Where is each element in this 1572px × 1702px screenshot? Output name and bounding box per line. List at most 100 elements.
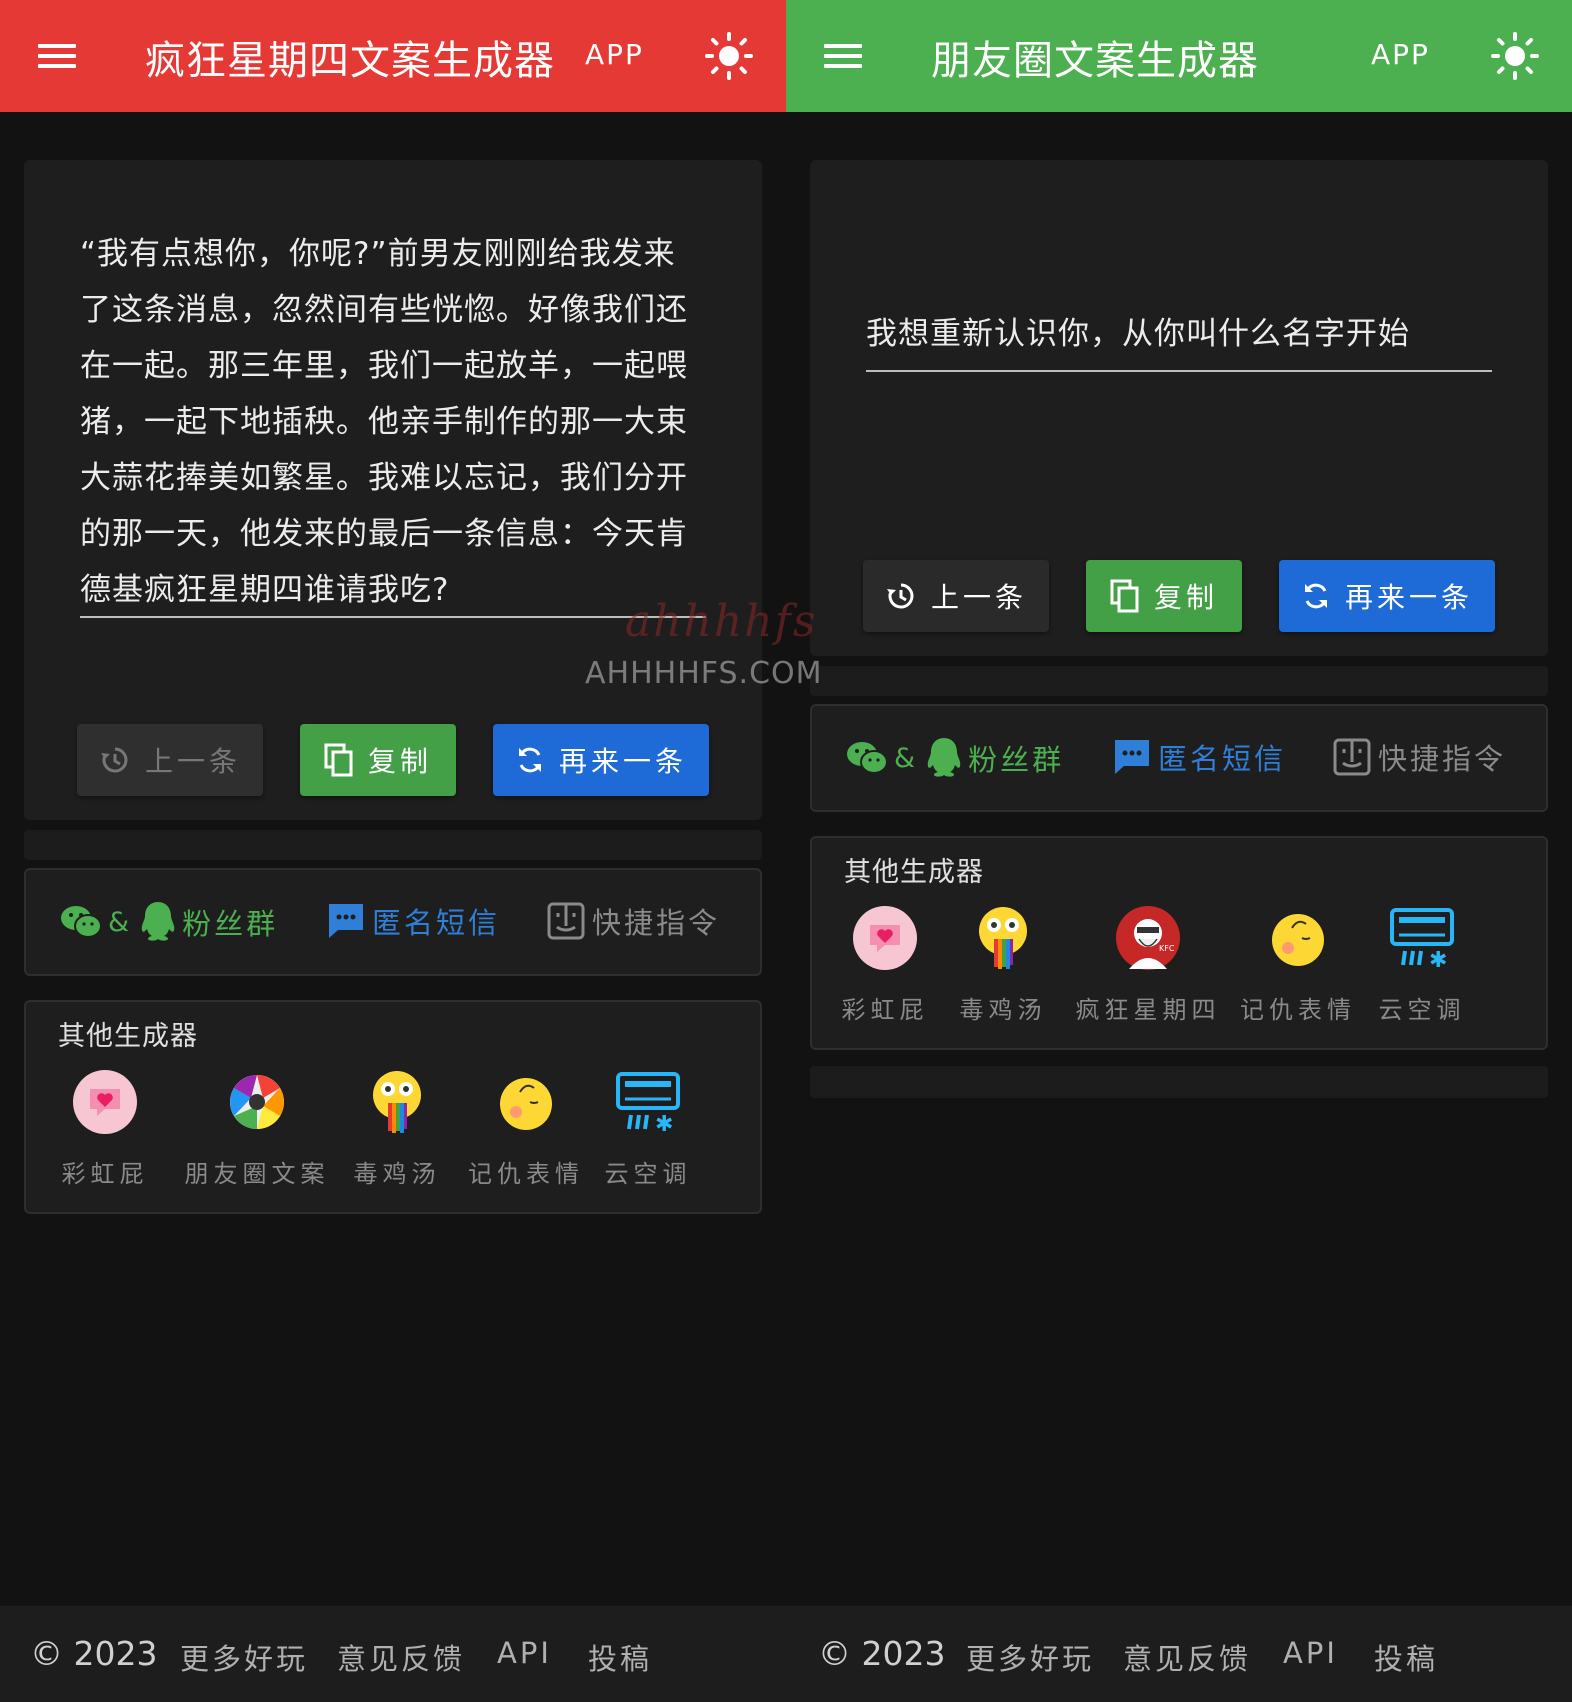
- left-panel: 疯狂星期四文案生成器 APP “我有点想你，你呢?”前男友刚刚给我发来了这条消息…: [0, 0, 786, 1702]
- copy-button-label: 复制: [367, 745, 432, 778]
- generator-cloud-ac[interactable]: ✱ 云空调: [1372, 904, 1472, 1025]
- svg-text:KFC: KFC: [1159, 944, 1175, 953]
- next-button-label: 再来一条: [558, 745, 687, 778]
- generator-cloud-ac[interactable]: ✱ 云空调: [598, 1068, 698, 1189]
- next-button[interactable]: 再来一条: [493, 724, 709, 796]
- generator-poison-soup[interactable]: 毒鸡汤: [948, 904, 1058, 1025]
- spacer-strip: [24, 830, 762, 860]
- fans-group-link[interactable]: & 粉丝群: [846, 736, 1064, 780]
- generator-label: 疯狂星期四: [1075, 996, 1221, 1024]
- history-icon: [886, 583, 914, 609]
- refresh-icon: [518, 747, 541, 773]
- air-conditioner-icon: ✱: [1388, 904, 1456, 972]
- message-icon: [1115, 740, 1149, 774]
- history-icon: [100, 747, 128, 773]
- sun-icon[interactable]: [1491, 32, 1539, 80]
- prev-button[interactable]: 上一条: [77, 724, 263, 796]
- generator-crazy-thursday[interactable]: KFC 疯狂星期四: [1068, 904, 1228, 1025]
- generator-label: 朋友圈文案: [184, 1160, 330, 1188]
- footer: © 2023 更多好玩 意见反馈 API 投稿: [0, 1606, 786, 1702]
- quote-card: “我有点想你，你呢?”前男友刚刚给我发来了这条消息，忽然间有些恍惚。好像我们还在…: [24, 160, 762, 820]
- rainbow-puke-face-icon: [969, 904, 1037, 972]
- generators-title: 其他生成器: [844, 857, 984, 888]
- grumpy-face-icon: [1264, 904, 1332, 972]
- generator-rainbow-fart[interactable]: 彩虹屁: [840, 904, 930, 1025]
- anonymous-sms-link[interactable]: 匿名短信: [326, 900, 500, 942]
- copy-button-label: 复制: [1153, 581, 1218, 614]
- generator-moments[interactable]: 朋友圈文案: [172, 1068, 342, 1189]
- qq-icon: [141, 902, 175, 941]
- next-button[interactable]: 再来一条: [1279, 560, 1495, 632]
- generators-title: 其他生成器: [58, 1021, 198, 1052]
- generator-label: 记仇表情: [468, 1160, 584, 1188]
- links-card: & 粉丝群 匿名短信 快捷指令: [24, 868, 762, 976]
- menu-icon[interactable]: [824, 42, 862, 70]
- footer-api-link[interactable]: API: [1283, 1636, 1338, 1670]
- next-button-label: 再来一条: [1344, 581, 1473, 614]
- generator-grudge-emoji[interactable]: 记仇表情: [1228, 904, 1368, 1025]
- app-title: 朋友圈文案生成器: [931, 38, 1259, 84]
- footer-api-link[interactable]: API: [497, 1636, 552, 1670]
- wechat-icon: [847, 742, 888, 774]
- message-icon: [329, 904, 363, 938]
- shortcut-link[interactable]: 快捷指令: [546, 900, 720, 942]
- refresh-icon: [1304, 583, 1327, 609]
- fans-group-label: 粉丝群: [968, 743, 1065, 777]
- anonymous-sms-label: 匿名短信: [1158, 742, 1287, 776]
- generator-label: 记仇表情: [1240, 996, 1356, 1024]
- footer-submit-link[interactable]: 投稿: [1374, 1636, 1438, 1678]
- rainbow-puke-face-icon: [363, 1068, 431, 1136]
- links-card: & 粉丝群 匿名短信 快捷指令: [810, 704, 1548, 812]
- qq-icon: [927, 738, 961, 777]
- app-title: 疯狂星期四文案生成器: [145, 38, 555, 84]
- fans-group-label: 粉丝群: [182, 907, 279, 941]
- sun-icon[interactable]: [705, 32, 753, 80]
- generator-label: 毒鸡汤: [353, 1160, 441, 1188]
- generators-card: 其他生成器 彩虹屁 毒鸡汤 KFC 疯狂星期四 记仇表情 ✱ 云空调: [810, 836, 1548, 1050]
- copy-button[interactable]: 复制: [1086, 560, 1242, 632]
- shortcut-label: 快捷指令: [1378, 742, 1507, 776]
- app-link[interactable]: APP: [1371, 38, 1430, 71]
- footer-more-link[interactable]: 更多好玩: [966, 1636, 1094, 1678]
- menu-icon[interactable]: [38, 42, 76, 70]
- spacer-strip: [810, 1066, 1548, 1098]
- generator-label: 彩虹屁: [61, 1160, 149, 1188]
- copy-icon: [324, 743, 353, 777]
- quote-card: 我想重新认识你，从你叫什么名字开始 上一条 复制 再来一条: [810, 160, 1548, 656]
- app-bar: 疯狂星期四文案生成器 APP: [0, 0, 786, 112]
- grumpy-face-icon: [492, 1068, 560, 1136]
- footer-more-link[interactable]: 更多好玩: [180, 1636, 308, 1678]
- footer-feedback-link[interactable]: 意见反馈: [337, 1636, 465, 1678]
- copy-icon: [1110, 579, 1139, 613]
- copy-button[interactable]: 复制: [300, 724, 456, 796]
- shortcut-link[interactable]: 快捷指令: [1332, 736, 1506, 778]
- generator-poison-soup[interactable]: 毒鸡汤: [342, 1068, 452, 1189]
- generator-rainbow-fart[interactable]: 彩虹屁: [60, 1068, 150, 1189]
- fans-group-link[interactable]: & 粉丝群: [60, 900, 278, 944]
- app-link[interactable]: APP: [585, 38, 644, 71]
- generator-label: 彩虹屁: [841, 996, 929, 1024]
- aperture-icon: [223, 1068, 291, 1136]
- footer-feedback-link[interactable]: 意见反馈: [1123, 1636, 1251, 1678]
- quote-text[interactable]: 我想重新认识你，从你叫什么名字开始: [866, 306, 1506, 362]
- prev-button[interactable]: 上一条: [863, 560, 1049, 632]
- kfc-logo-icon: KFC: [1114, 904, 1182, 972]
- svg-text:✱: ✱: [655, 1112, 673, 1135]
- anonymous-sms-link[interactable]: 匿名短信: [1112, 736, 1286, 778]
- air-conditioner-icon: ✱: [614, 1068, 682, 1136]
- ampersand: &: [894, 742, 919, 774]
- ampersand: &: [108, 906, 133, 938]
- quote-text[interactable]: “我有点想你，你呢?”前男友刚刚给我发来了这条消息，忽然间有些恍惚。好像我们还在…: [80, 226, 690, 618]
- text-underline: [866, 370, 1492, 372]
- heart-bubble-icon: [851, 904, 919, 972]
- finder-icon: [547, 902, 585, 940]
- wechat-icon: [61, 906, 102, 938]
- heart-bubble-icon: [71, 1068, 139, 1136]
- generator-grudge-emoji[interactable]: 记仇表情: [456, 1068, 596, 1189]
- spacer-strip: [810, 666, 1548, 696]
- footer-submit-link[interactable]: 投稿: [588, 1636, 652, 1678]
- text-underline: [80, 616, 706, 618]
- svg-text:✱: ✱: [1429, 948, 1447, 971]
- prev-button-label: 上一条: [144, 745, 241, 778]
- generator-label: 云空调: [604, 1160, 692, 1188]
